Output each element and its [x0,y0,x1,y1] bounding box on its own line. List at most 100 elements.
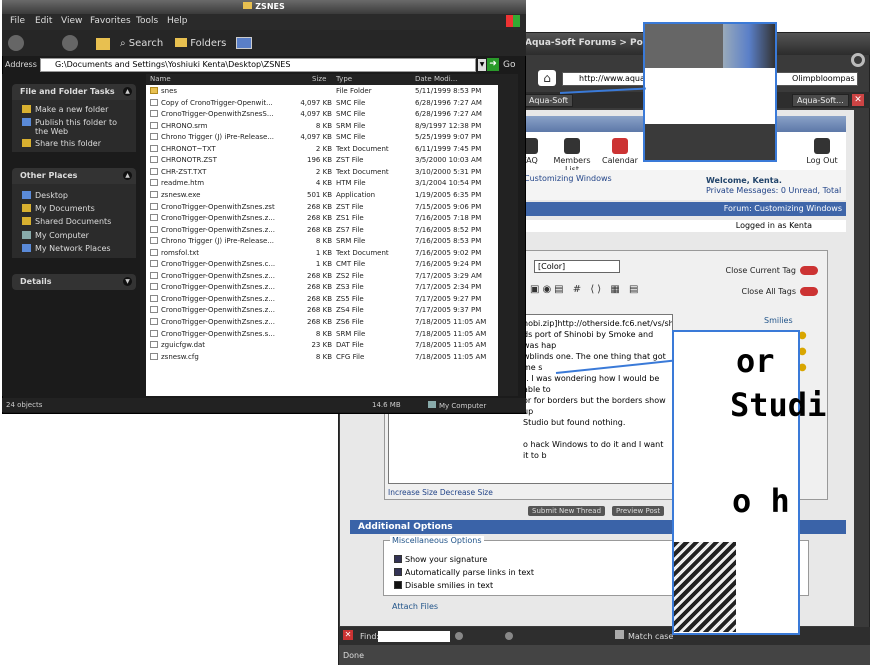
tab-aqua-soft-2[interactable]: Aqua-Soft... [792,94,849,107]
table-row[interactable]: CronoTrigger-OpenwithZsnesS... 4,097 KB SM… [146,110,498,121]
file-name: CronoTrigger-OpenwithZsnes.z... [150,271,275,280]
table-row[interactable]: CHRONO.srm 8 KB SRM File 8/9/1997 12:38 PM [146,121,498,133]
menu-help[interactable]: Help [167,16,188,26]
file-date-text: 7/16/2005 7:18 PM [415,214,482,223]
parse-links-checkbox[interactable]: Automatically parse links in text [394,568,534,577]
find-next-icon[interactable] [455,632,463,640]
file-date: 7/17/2005 9:37 PM [415,306,481,314]
menu-file[interactable]: File [10,16,25,26]
table-row[interactable]: CronoTrigger-OpenwithZsnes.z... 268 KB ZS2… [146,271,498,283]
place-my-computer[interactable]: My Computer [22,231,89,240]
color-select[interactable]: [Color] [534,260,620,273]
views-icon[interactable] [236,37,252,49]
preview-button[interactable]: Preview Post [612,506,665,516]
menu-favorites[interactable]: Favorites [90,16,131,26]
breadcrumb[interactable]: Customizing Windows [524,174,612,183]
table-row[interactable]: Copy of CronoTrigger-Openwit... 4,097 KB S… [146,98,498,110]
task-publish-web[interactable]: Publish this folder to the Web [22,118,126,136]
menu-view[interactable]: View [61,16,82,26]
table-row[interactable]: snes File Folder 5/11/1999 8:53 PM [146,87,498,98]
file-type-text: ZS4 File [336,306,364,315]
documents-icon [22,204,31,212]
table-row[interactable]: CronoTrigger-OpenwithZsnes.z... 268 KB ZS5… [146,294,498,306]
table-row[interactable]: CronoTrigger-OpenwithZsnes.z... 268 KB ZS7… [146,225,498,237]
table-row[interactable]: zsnesw.cfg 8 KB CFG File 7/18/2005 11:05 AM [146,352,498,364]
submit-button[interactable]: Submit New Thread [528,506,606,516]
table-row[interactable]: CHRONOTR.ZST 196 KB ZST File 3/5/2000 10:03… [146,156,498,167]
search-button[interactable]: ⌕ Search [120,38,163,49]
match-case-checkbox[interactable] [615,630,624,639]
go-arrow-icon[interactable]: ➜ [487,58,499,71]
table-row[interactable]: CronoTrigger-OpenwithZsnes.z... 268 KB ZS3… [146,283,498,294]
column-name[interactable]: Name [150,75,171,83]
forward-icon[interactable] [62,35,78,51]
table-row[interactable]: zguicfgw.dat 23 KB DAT File 7/18/2005 11:05… [146,341,498,352]
nav-log-out[interactable]: Log Out [800,134,844,165]
home-icon[interactable]: ⌂ [538,70,556,86]
find-input[interactable] [378,631,450,642]
file-date-text: 7/16/2005 8:53 PM [415,237,482,246]
folder-icon [150,87,158,94]
explorer-address-input[interactable]: G:\Documents and Settings\Yoshiuki Kenta… [40,58,476,72]
table-row[interactable]: CronoTrigger-OpenwithZsnes.z... 268 KB ZS6… [146,318,498,329]
tasks-header[interactable]: File and Folder Tasks ▲ [12,84,136,100]
show-signature-checkbox[interactable]: Show your signature [394,555,487,564]
place-desktop[interactable]: Desktop [22,191,68,200]
file-size-text: 8 KB [315,352,332,361]
column-size[interactable]: Size [312,75,326,83]
file-type: CFG File [336,353,364,361]
table-row[interactable]: CronoTrigger-OpenwithZsnes.c... 1 KB CMT F… [146,260,498,271]
table-row[interactable]: readme.htm 4 KB HTM File 3/1/2004 10:54 PM [146,179,498,190]
table-row[interactable]: Chrono Trigger (J) iPre-Release... 8 KB SR… [146,237,498,248]
file-date: 5/11/1999 8:53 PM [415,87,481,95]
table-row[interactable]: CronoTrigger-OpenwithZsnes.z... 268 KB ZS4… [146,306,498,317]
address-dropdown-icon[interactable]: ▼ [478,59,486,71]
task-make-new-folder[interactable]: Make a new folder [22,105,108,114]
place-my-documents[interactable]: My Documents [22,204,95,213]
file-size: 4,097 KB [300,99,332,107]
up-folder-icon[interactable] [96,38,110,50]
gear-icon[interactable] [851,53,865,67]
table-row[interactable]: CHR-ZST.TXT 2 KB Text Document 3/10/2000 5:… [146,167,498,179]
menu-tools[interactable]: Tools [136,16,158,26]
find-previous-icon[interactable] [505,632,513,640]
table-row[interactable]: zsnesw.exe 501 KB Application 1/19/2005 6:3… [146,190,498,202]
table-row[interactable]: CronoTrigger-OpenwithZsnes.s... 8 KB SRM F… [146,329,498,341]
search-input[interactable]: Olimpbloompas [775,72,858,86]
address-input[interactable]: http://www.aqua-soft [562,72,648,86]
file-type: File Folder [336,87,372,95]
nav-members-list[interactable]: Members List [546,134,598,174]
column-type[interactable]: Type [336,75,352,83]
place-shared-documents[interactable]: Shared Documents [22,217,111,226]
private-messages[interactable]: Private Messages: 0 Unread, Total 15. [706,186,844,195]
table-row[interactable]: CHRONOT~TXT 2 KB Text Document 6/11/1999 7:… [146,144,498,156]
details-header[interactable]: Details ▼ [12,274,136,290]
tab-aqua-soft[interactable]: Aqua-Soft [524,94,574,107]
chevron-down-icon[interactable]: ▼ [123,277,132,286]
chevron-up-icon[interactable]: ▲ [123,87,132,96]
task-share-folder[interactable]: Share this folder [22,139,101,148]
format-toolbar[interactable]: ▣◉▤ # ⟨⟩ ▦ ▤ [530,284,650,298]
close-all-tags-button[interactable] [800,287,818,296]
chevron-up-icon[interactable]: ▲ [123,171,132,180]
menu-edit[interactable]: Edit [35,16,52,26]
back-icon[interactable] [8,35,24,51]
close-current-tag-button[interactable] [800,266,818,275]
file-type-text: SMC File [336,110,366,119]
go-button[interactable]: Go [503,60,515,70]
close-tab-icon[interactable]: ✕ [852,94,864,106]
table-row[interactable]: romsfol.txt 1 KB Text Document 7/16/2005 9:… [146,248,498,260]
close-find-icon[interactable]: ✕ [343,630,353,640]
column-date-modified[interactable]: Date Modi... [415,75,457,83]
scrollbar[interactable] [498,85,518,396]
table-row[interactable]: Chrono Trigger (J) iPre-Release... 4,097 … [146,133,498,144]
table-row[interactable]: CronoTrigger-OpenwithZsnes.z... 268 KB ZS1… [146,214,498,225]
table-row[interactable]: CronoTrigger-OpenwithZsnes.zst 268 KB ZST … [146,202,498,214]
disable-smilies-checkbox[interactable]: Disable smilies in text [394,581,493,590]
folders-button[interactable]: Folders [175,38,226,49]
size-links[interactable]: Increase Size Decrease Size [388,488,493,497]
nav-calendar[interactable]: Calendar [602,134,638,165]
place-my-network-places[interactable]: My Network Places [22,244,111,253]
other-places-header[interactable]: Other Places ▲ [12,168,136,184]
file-size: 268 KB [307,318,332,326]
